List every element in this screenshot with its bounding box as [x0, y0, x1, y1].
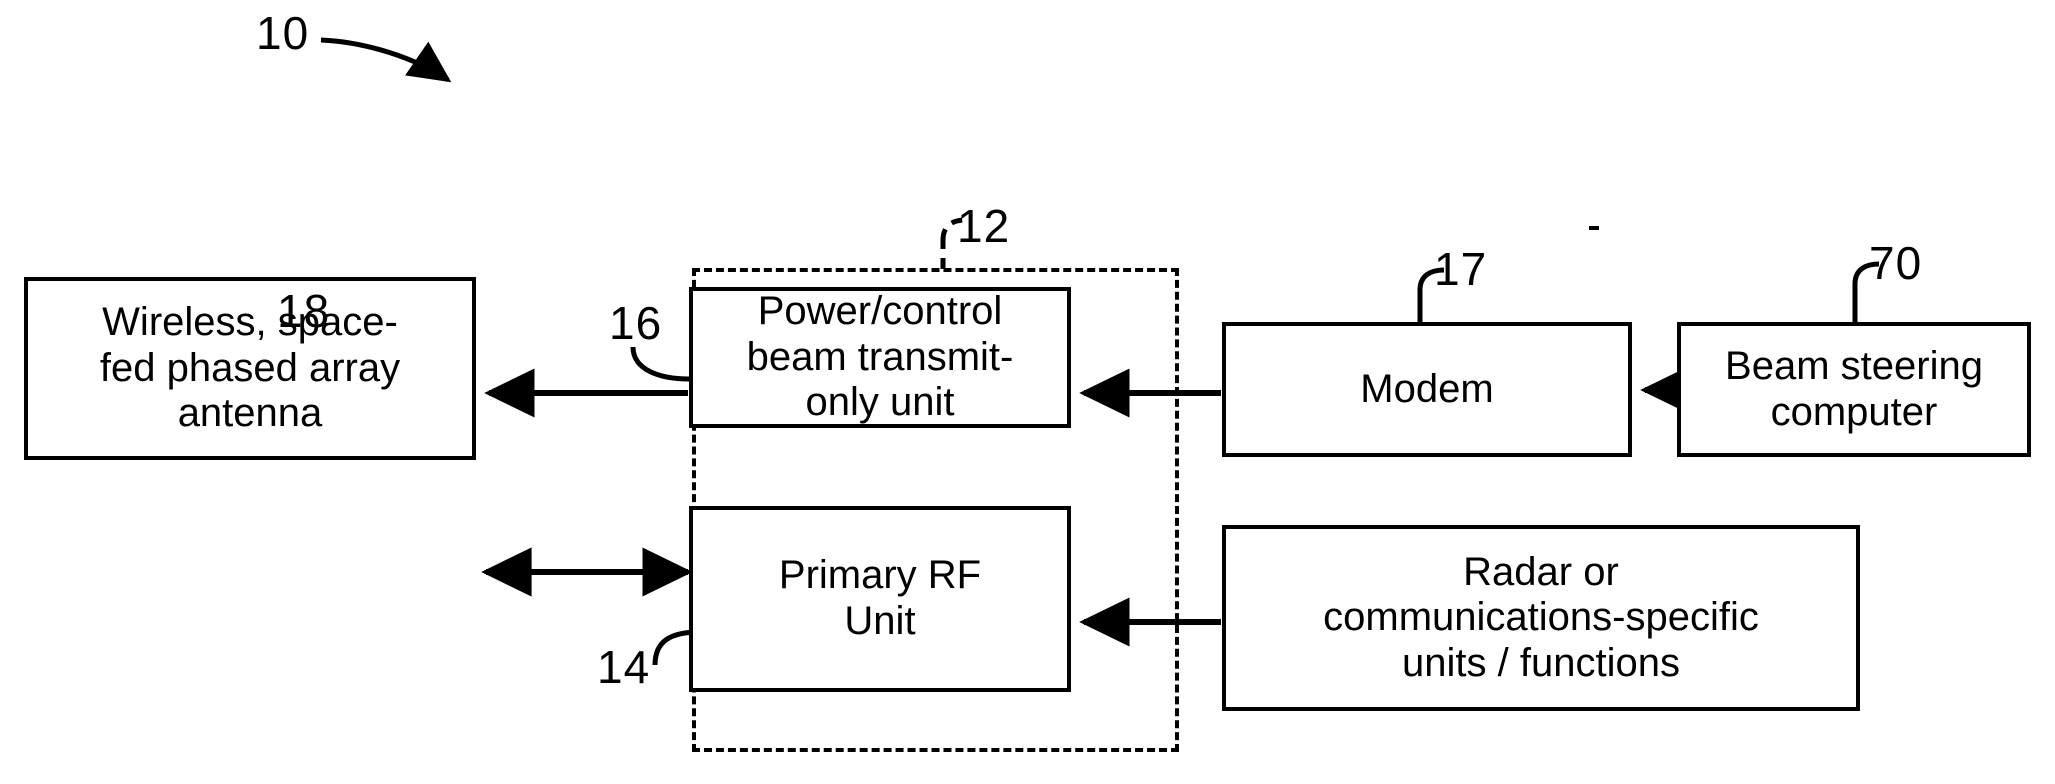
reference-numeral-14: 14: [597, 641, 651, 693]
reference-numeral-70: 70: [1869, 237, 1923, 289]
block-power-control-beam-transmit-only-unit: Power/control beam transmit- only unit: [689, 287, 1071, 428]
reference-numeral-10: 10: [256, 7, 310, 59]
reference-numeral-12: 12: [957, 200, 1011, 252]
reference-numeral-18: 18: [277, 285, 331, 337]
leader-line-16: [630, 346, 690, 382]
block-modem: Modem: [1222, 322, 1632, 457]
patent-figure: Wireless, space- fed phased array antenn…: [0, 0, 2055, 784]
block-label-power-control: Power/control beam transmit- only unit: [746, 289, 1014, 425]
block-label-radar: Radar or communications-specific units /…: [1323, 549, 1759, 685]
callout-arrow-system: [320, 37, 452, 83]
block-label-modem: Modem: [1360, 366, 1494, 411]
block-primary-rf-unit: Primary RF Unit: [689, 506, 1071, 692]
block-label-primary-rf: Primary RF Unit: [778, 553, 982, 643]
reference-numeral-16: 16: [609, 297, 663, 349]
block-beam-steering-computer: Beam steering computer: [1677, 322, 2031, 457]
block-radar-or-communications-specific-units: Radar or communications-specific units /…: [1222, 525, 1860, 711]
block-wireless-space-fed-phased-array-antenna: Wireless, space- fed phased array antenn…: [24, 277, 476, 460]
block-label-beam-steering: Beam steering computer: [1725, 343, 1983, 434]
reference-numeral-17: 17: [1434, 243, 1488, 295]
block-label-antenna: Wireless, space- fed phased array antenn…: [99, 300, 401, 436]
